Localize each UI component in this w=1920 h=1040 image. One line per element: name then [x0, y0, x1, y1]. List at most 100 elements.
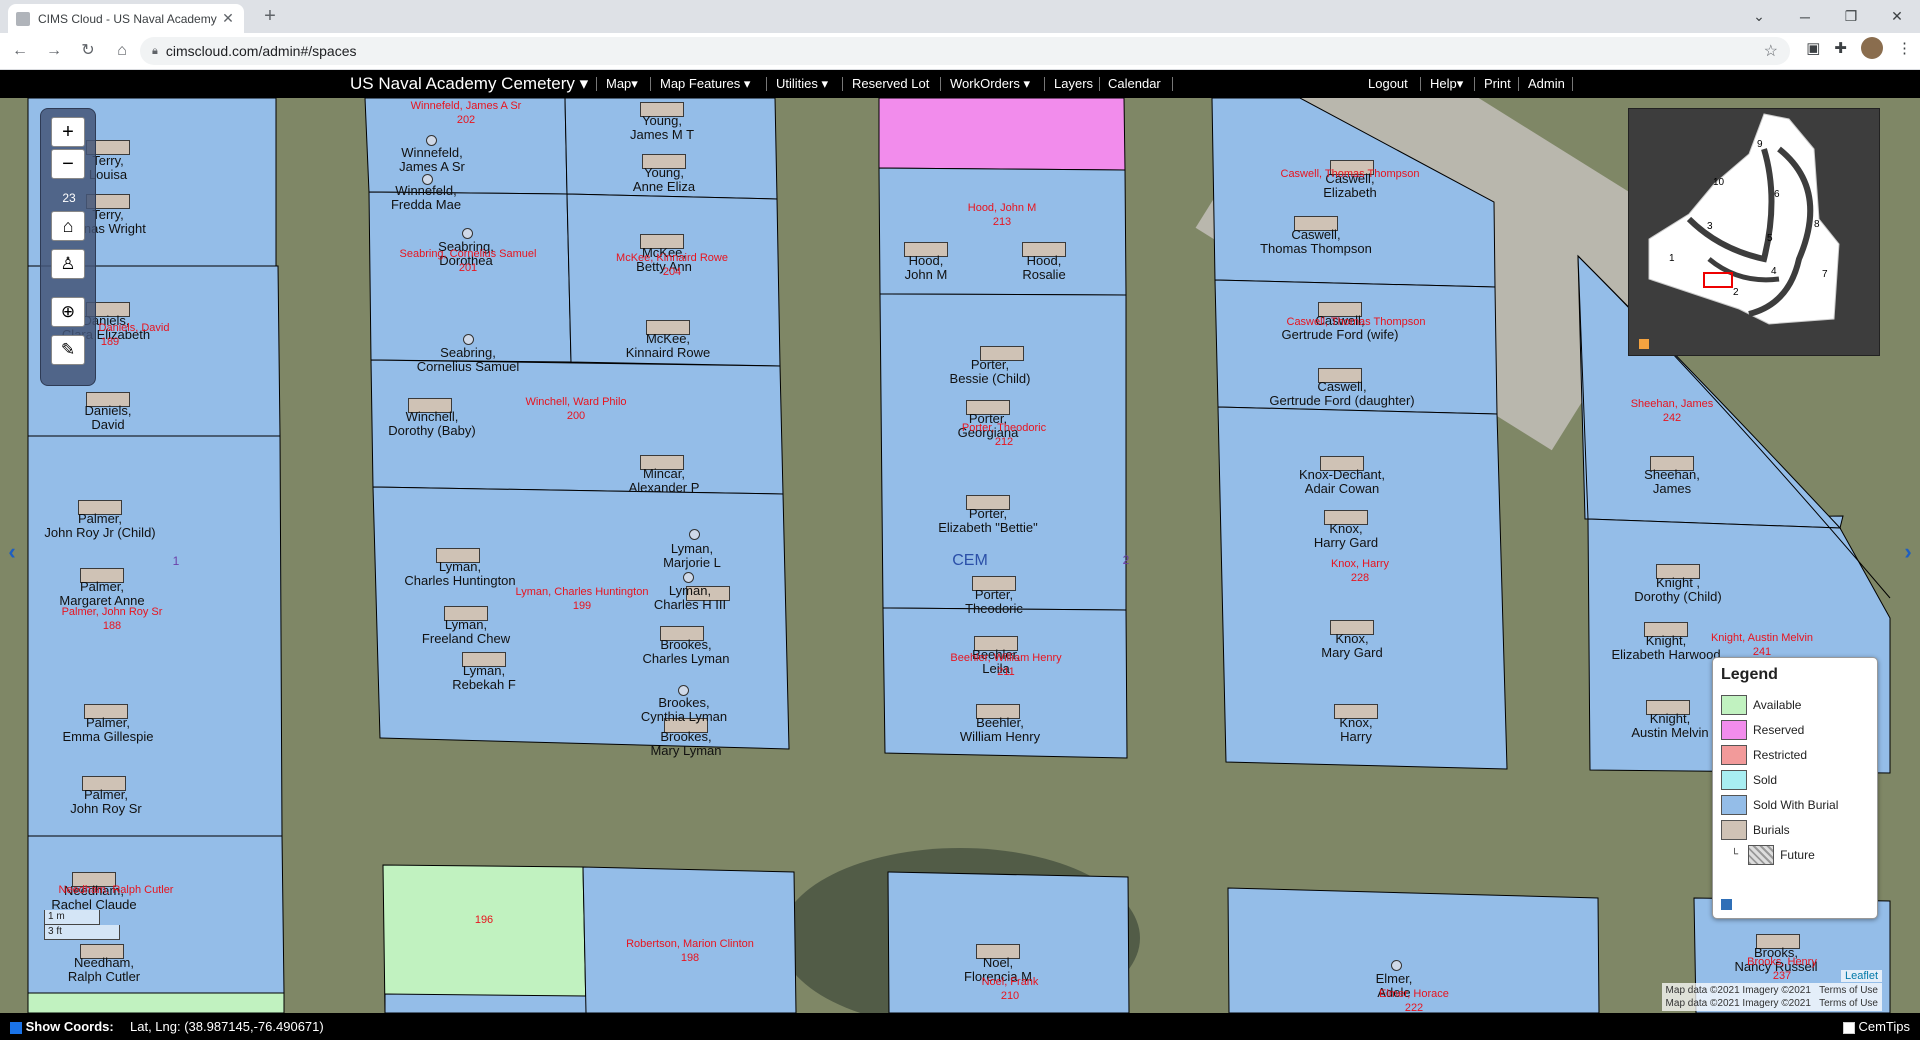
lot-number-label[interactable]: 222 [1405, 1002, 1423, 1013]
maximize-button[interactable]: ❐ [1828, 8, 1874, 25]
burial-label[interactable]: Winnefeld, James A Sr [399, 146, 465, 174]
burial-label[interactable]: Young, James M T [630, 114, 694, 142]
lot-number-label[interactable]: 188 [103, 620, 121, 633]
burial-label[interactable]: Mincar, Alexander P [629, 467, 700, 495]
lot-owner-label[interactable]: Porter, Theodoric [962, 422, 1046, 435]
reserved-lot-link[interactable]: Reserved Lot [852, 70, 929, 98]
menu-kebab-icon[interactable]: ⋮ [1897, 39, 1912, 57]
burial-label[interactable]: Knight , Dorothy (Child) [1634, 576, 1721, 604]
terms-link[interactable]: Terms of Use [1819, 998, 1878, 1009]
cemetery-selector[interactable]: US Naval Academy Cemetery ▾ [350, 70, 588, 98]
left-panel-toggle-icon[interactable]: ‹ [4, 538, 20, 566]
burial-label[interactable]: Brookes, Charles Lyman [643, 638, 730, 666]
burial-label[interactable]: Winchell, Dorothy (Baby) [388, 410, 475, 438]
burial-label[interactable]: Brookes, Mary Lyman [650, 730, 721, 758]
minimize-button[interactable]: ─ [1782, 9, 1828, 25]
bookmark-star-icon[interactable]: ☆ [1764, 41, 1778, 61]
burial-label[interactable]: Lyman, Freeland Chew [422, 618, 510, 646]
workorders-menu[interactable]: WorkOrders ▾ [950, 70, 1030, 98]
map-canvas[interactable]: Terry, Louisa Terry, Jonas Wright Daniels,… [0, 98, 1920, 1013]
map-menu[interactable]: Map▾ [606, 70, 638, 98]
lot-owner-label[interactable]: Lyman, Charles Huntington [516, 586, 649, 599]
lot-owner-label[interactable]: Sheehan, James [1631, 398, 1714, 411]
show-coords-checkbox[interactable] [10, 1021, 22, 1034]
lot-number-label[interactable]: 189 [101, 336, 119, 349]
overview-minimap[interactable]: 9 10 6 8 3 5 1 4 7 2 [1628, 108, 1880, 356]
lot-owner-label[interactable]: Palmer, John Roy Sr [62, 606, 163, 619]
lot-number-label[interactable]: 237 [1773, 970, 1791, 983]
address-bar[interactable]: 🔒︎ cimscloud.com/admin#/spaces ☆ [140, 37, 1790, 65]
burial-label[interactable]: Caswell, Thomas Thompson [1260, 228, 1372, 256]
burial-label[interactable]: Seabring, Cornelius Samuel [417, 346, 520, 374]
lot-number-label[interactable]: 198 [681, 952, 699, 965]
street-view-icon[interactable]: ♙ [51, 249, 85, 279]
lot-owner-label[interactable]: Caswell, Thomas Thompson [1281, 168, 1420, 181]
burial-label[interactable]: Porter, Theodoric [965, 588, 1023, 616]
lot-owner-label[interactable]: Elmer, Horace [1379, 988, 1449, 1001]
lot-number-label[interactable]: 199 [573, 600, 591, 613]
burial-label[interactable]: Lyman, Marjorie L [663, 542, 721, 570]
lot-owner-label[interactable]: Daniels, David [99, 322, 170, 335]
lot-number-label[interactable]: 202 [457, 114, 475, 127]
home-button[interactable]: ⌂ [108, 37, 136, 65]
lot-number-label[interactable]: 212 [995, 436, 1013, 449]
home-extent-icon[interactable]: ⌂ [51, 211, 85, 241]
lot-owner-label[interactable]: Knight, Austin Melvin [1711, 632, 1813, 645]
terms-link[interactable]: Terms of Use [1819, 985, 1878, 996]
lot-owner-label[interactable]: Robertson, Marion Clinton [626, 938, 754, 951]
calendar-link[interactable]: Calendar [1108, 70, 1161, 98]
right-panel-toggle-icon[interactable]: › [1900, 538, 1916, 566]
lot-number-label[interactable]: 242 [1663, 412, 1681, 425]
burial-label[interactable]: Daniels, David [85, 404, 132, 432]
cemtips-toggle[interactable]: CemTips [1842, 1019, 1910, 1034]
lot-owner-label[interactable]: Winchell, Ward Philo [525, 396, 626, 409]
close-window-button[interactable]: ✕ [1874, 8, 1920, 25]
lot-owner-label[interactable]: Caswell, Thomas Thompson [1287, 316, 1426, 329]
cemtips-checkbox[interactable] [1842, 1021, 1855, 1034]
browser-tab[interactable]: CIMS Cloud - US Naval Academy ✕ [8, 4, 244, 33]
burial-label[interactable]: Knight, Elizabeth Harwood [1611, 634, 1720, 662]
lot-owner-label[interactable]: Seabring, Cornelius Samuel [400, 248, 537, 261]
burial-label[interactable]: Hood, John M [905, 254, 948, 282]
burial-label[interactable]: Hood, Rosalie [1022, 254, 1065, 282]
utilities-menu[interactable]: Utilities ▾ [776, 70, 828, 98]
profile-avatar[interactable] [1861, 37, 1883, 59]
lot-owner-label[interactable]: Noel, Frank [982, 976, 1039, 989]
leaflet-link[interactable]: Leaflet [1840, 970, 1882, 982]
lot-number-label[interactable]: 196 [475, 914, 493, 927]
reload-button[interactable]: ↻ [74, 37, 102, 65]
layers-link[interactable]: Layers [1054, 70, 1093, 98]
zoom-in-button[interactable]: + [51, 117, 85, 147]
logout-link[interactable]: Logout [1368, 70, 1408, 98]
close-tab-icon[interactable]: ✕ [220, 10, 236, 27]
help-menu[interactable]: Help▾ [1430, 70, 1463, 98]
new-tab-button[interactable]: + [258, 5, 282, 29]
lot-owner-label[interactable]: McKee, Kinnaird Rowe [616, 252, 728, 265]
burial-label[interactable]: Lyman, Charles Huntington [404, 560, 515, 588]
burial-label[interactable]: Winnefeld, Fredda Mae [391, 184, 461, 212]
lot-number-label[interactable]: 200 [567, 410, 585, 423]
lot-number-label[interactable]: 204 [663, 266, 681, 279]
zoom-box-icon[interactable]: ⊕ [51, 297, 85, 327]
back-button[interactable]: ← [6, 37, 34, 65]
burial-label[interactable]: Knox-Dechant, Adair Cowan [1299, 468, 1385, 496]
burial-label[interactable]: Young, Anne Eliza [633, 166, 695, 194]
burial-label[interactable]: Sheehan, James [1644, 468, 1700, 496]
burial-label[interactable]: Palmer, Emma Gillespie [62, 716, 153, 744]
lot-number-label[interactable]: 201 [459, 262, 477, 275]
lot-owner-label[interactable]: Brooks, Henry [1747, 956, 1817, 969]
lot-owner-label[interactable]: Knox, Harry [1331, 558, 1389, 571]
lot-number-label[interactable]: 228 [1351, 572, 1369, 585]
admin-link[interactable]: Admin [1528, 70, 1565, 98]
extension-icon[interactable]: ▣ [1806, 39, 1820, 57]
burial-label[interactable]: Needham, Ralph Cutler [68, 956, 140, 984]
forward-button[interactable]: → [40, 37, 68, 65]
puzzle-icon[interactable]: ✚ [1834, 39, 1847, 57]
burial-label[interactable]: Palmer, John Roy Jr (Child) [44, 512, 155, 540]
tab-search-icon[interactable]: ⌄ [1736, 8, 1782, 25]
lot-number-label[interactable]: 211 [997, 666, 1015, 679]
burial-label[interactable]: Lyman, Charles H III [654, 584, 726, 612]
burial-label[interactable]: McKee, Kinnaird Rowe [626, 332, 711, 360]
measure-ruler-icon[interactable]: ✎ [51, 335, 85, 365]
burial-label[interactable]: Lyman, Rebekah F [452, 664, 516, 692]
